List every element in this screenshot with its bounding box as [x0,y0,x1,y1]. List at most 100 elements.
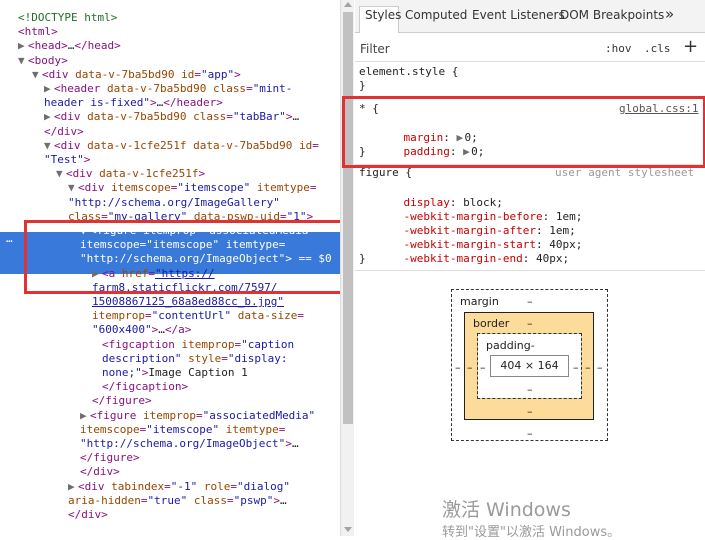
dom-tree-token: data-v-1cfe251f [99,167,199,181]
dom-tree-line[interactable]: ▶ <div data-v-7ba5bd90 class="tabBar">… [0,110,340,124]
dom-tree-line[interactable]: </div> [0,125,340,139]
elements-scrollbar[interactable] [340,0,354,536]
dom-tree-token: = [226,110,233,124]
tab-dom-breakpoints[interactable]: DOM Breakpoints [560,8,664,22]
more-tabs-icon[interactable]: » [665,5,674,23]
dom-tree-token: = [195,408,203,422]
dom-tree-line[interactable]: ▶ <figure itemprop="associatedMedia" [0,409,340,423]
activate-windows-watermark: 激活 Windows [442,499,571,521]
padding-left-value[interactable]: – [480,361,486,374]
dom-tree-line[interactable]: </div> [0,508,340,522]
margin-top-value[interactable]: – [527,295,533,308]
dom-tree-line[interactable]: </figure> [0,394,340,408]
border-top-value[interactable]: – [527,317,533,330]
dom-tree-token: <!DOCTYPE html> [18,11,118,24]
expand-triangle-icon[interactable]: ▼ [56,167,66,181]
dom-tree-token: … [292,110,300,124]
padding-label: padding- [486,339,535,352]
border-right-value[interactable]: – [585,361,591,374]
dom-tree-line[interactable]: ▼ <body> [0,54,340,68]
dom-tree-token: itemprop [92,309,145,323]
dom-tree-line[interactable]: ▼ <div data-v-1cfe251f data-v-7ba5bd90 id… [0,139,340,153]
dom-tree-token: </head> [74,39,121,53]
figure-prop-margin-before: -webkit-margin-before: 1em; [403,210,583,223]
dom-tree-line[interactable]: "600x400">…</a> [0,323,340,337]
dom-tree-token: <div [78,479,112,493]
dom-tree-line[interactable]: </figure> [0,451,340,465]
dom-tree-line[interactable]: itemscope="itemscope" itemtype= [0,423,340,437]
new-style-rule-button[interactable]: + [683,36,698,57]
dom-tree-token: data-v-7ba5bd90 class [106,82,247,95]
dom-tree-token: > [285,437,292,450]
dom-tree-line[interactable]: ▶ <header data-v-7ba5bd90 class="mint- [0,82,340,96]
dom-tree-token: <div [78,181,112,195]
figure-rule-selector: figure { [359,166,412,179]
padding-bottom-value[interactable]: – [527,383,533,396]
filter-input[interactable]: Filter [360,42,390,56]
dom-tree-line[interactable]: aria-hidden="true" class="pswp">… [0,494,340,508]
dom-tree-token: <div [54,138,88,152]
expand-triangle-icon[interactable]: ▶ [80,409,90,423]
dom-tree-line[interactable]: </figcaption> [0,380,340,394]
margin-right-value[interactable]: – [597,361,603,374]
dom-tree-token: "contentUrl" [151,309,232,323]
dom-tree-token[interactable]: 15008867125_68a8ed88cc_b.jpg" [92,295,284,308]
dom-tree-token: itemscope [80,422,140,436]
dom-tree-token: … [291,437,299,450]
expand-triangle-icon[interactable]: ▼ [44,139,54,153]
dom-tree-token: </div> [80,465,120,479]
styles-panel: Styles Computed Event Listeners DOM Brea… [355,0,705,536]
expand-triangle-icon[interactable]: ▶ [44,110,54,124]
dom-tree-token: style [181,351,222,365]
dom-tree-token: > [198,167,206,181]
dom-tree-token: = [230,479,237,493]
dom-tree-token: <figcaption [102,337,182,351]
border-bottom-value[interactable]: – [527,405,533,418]
dom-tree-line[interactable]: <html> [0,25,340,39]
dom-tree-token: "mint- [252,82,293,95]
scroll-down-arrow-icon[interactable] [344,527,352,532]
tab-event-listeners[interactable]: Event Listeners [472,8,565,22]
dom-tree-token: "pswp" [233,493,274,507]
scroll-thumb[interactable] [343,12,353,424]
dom-tree-token: = [164,479,171,493]
dom-tree-line[interactable]: ▼ <div data-v-1cfe251f> [0,167,340,181]
dom-tree-line[interactable]: 15008867125_68a8ed88cc_b.jpg" [0,295,340,309]
dom-tree-line[interactable]: "http://schema.org/ImageObject">… [0,437,340,451]
box-model-content-size[interactable]: 404 × 164 [490,355,569,377]
rule-divider [355,270,705,271]
expand-triangle-icon[interactable]: ▼ [18,54,28,68]
hov-toggle-button[interactable]: :hov [605,42,632,55]
dom-tree-line[interactable]: itemprop="contentUrl" data-size= [0,309,340,323]
dom-tree-token: "true" [147,493,188,507]
scroll-up-arrow-icon[interactable] [344,2,352,7]
dom-tree-line[interactable]: ▼ <div data-v-7ba5bd90 id="app"> [0,68,340,82]
border-left-value[interactable]: – [467,361,473,374]
margin-bottom-value[interactable]: – [527,427,533,440]
dom-tree-line[interactable]: <!DOCTYPE html> [0,11,340,25]
dom-tree-line[interactable]: header is-fixed">…</header> [0,96,340,110]
padding-right-value[interactable]: – [573,361,579,374]
dom-tree-line[interactable]: ▼ <div itemscope="itemscope" itemtype= [0,181,340,195]
dom-tree-token: = [246,82,253,95]
expand-triangle-icon[interactable]: ▼ [68,181,78,195]
expand-triangle-icon[interactable]: ▶ [18,39,28,53]
expand-triangle-icon[interactable]: ▼ [32,68,42,82]
dom-tree-line[interactable]: "http://schema.org/ImageGallery" [0,196,340,210]
cls-toggle-button[interactable]: .cls [644,42,671,55]
dom-tree-line[interactable]: none;">Image Caption 1 [0,366,340,380]
dom-tree-line[interactable]: "Test"> [0,153,340,167]
dom-tree-line[interactable]: </div> [0,465,340,479]
expand-triangle-icon[interactable]: ▶ [68,480,78,494]
dom-tree-line[interactable]: ▶ <head>…</head> [0,39,340,53]
margin-left-value[interactable]: – [455,361,461,374]
dom-tree-line[interactable]: ▶ <div tabindex="-1" role="dialog" [0,480,340,494]
dom-tree-token: </figure> [80,451,140,465]
dom-tree-token: > [83,153,91,166]
expand-triangle-icon[interactable]: ▶ [44,82,54,96]
dom-tree-token: data-v-7ba5bd90 id [75,67,195,81]
dom-tree-line[interactable]: <figcaption itemprop="caption [0,338,340,352]
tab-styles[interactable]: Styles [365,8,401,22]
tab-computed[interactable]: Computed [405,8,467,22]
dom-tree-line[interactable]: description" style="display: [0,352,340,366]
